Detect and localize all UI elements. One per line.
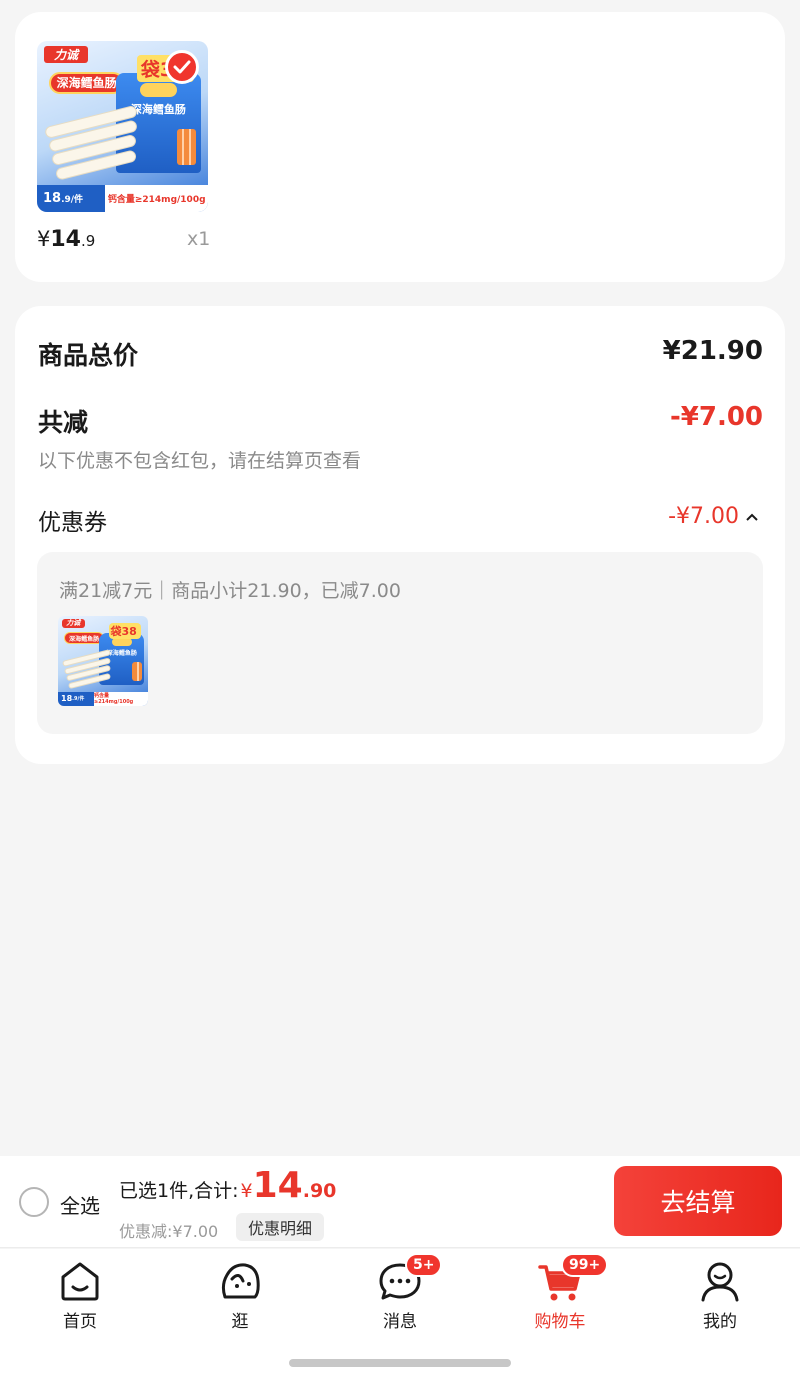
total-amount-int: 14 [252,1165,303,1206]
item-price: ¥14.9 [37,227,96,252]
bottom-tab-bar: 首页 逛 5+ 消息 99+ 购物车 我的 [0,1249,800,1385]
reduced-label: 共减 [38,408,89,437]
total-price-label: 商品总价 [38,341,139,370]
coupon-product-thumbnail[interactable]: 力诚 深海鳕鱼肠 深海鳕鱼肠 袋38 18.9/件 钙含量≥214mg/100g [58,616,148,706]
thumbnail-unit-price-dec: .9/件 [72,696,85,703]
reduced-value: -¥7.00 [669,402,763,432]
explore-icon [217,1259,263,1303]
item-quantity: x1 [187,228,211,250]
coupon-label: 优惠券 [38,510,107,536]
thumbnail-calcium-note: 钙含量≥214mg/100g [94,693,134,706]
tab-label: 消息 [383,1312,417,1332]
select-all-radio[interactable] [19,1187,49,1217]
tab-label: 首页 [63,1312,97,1332]
home-indicator[interactable] [289,1359,511,1367]
brand-logo: 力诚 [43,46,89,64]
discount-detail-button[interactable]: 优惠明细 [236,1213,325,1241]
tab-label: 我的 [703,1312,737,1332]
message-badge: 5+ [405,1253,443,1277]
chevron-up-icon [746,513,758,521]
thumbnail-price-strip: 18.9/件 钙含量≥214mg/100g [37,184,208,212]
promo-label: 袋38 [108,623,141,640]
thumbnail-unit-price: 18 [61,694,73,704]
message-icon: 5+ [377,1253,443,1303]
checkout-bar: 全选 已选1件,合计: ¥ 14 .90 优惠减:¥7.00 优惠明细 去结算 [0,1156,800,1248]
tab-profile[interactable]: 我的 [640,1249,800,1339]
brand-logo: 力诚 [61,618,85,628]
checkout-button[interactable]: 去结算 [614,1166,782,1236]
cart-badge: 99+ [561,1253,609,1277]
selected-text: 已选1件,合计: [119,1180,239,1202]
tab-messages[interactable]: 5+ 消息 [320,1249,480,1339]
thumbnail-price-strip: 18.9/件 钙含量≥214mg/100g [58,691,148,706]
tab-explore[interactable]: 逛 [160,1249,320,1339]
profile-icon [697,1259,743,1303]
coupon-value: -¥7.00 [668,504,739,529]
product-tag: 深海鳕鱼肠 [64,632,104,644]
price-summary-card: 商品总价 ¥21.90 共减 -¥7.00 以下优惠不包含红包，请在结算页查看 … [15,306,785,764]
cart-item-card: 力诚 深海鳕鱼肠 深海鳕鱼肠 袋38 18.9/件 钙含量≥214mg/100g… [15,12,785,282]
product-tag: 深海鳕鱼肠 [48,71,125,94]
tab-label: 逛 [231,1312,249,1332]
discount-text: 优惠减:¥7.00 [119,1222,219,1241]
select-all-label[interactable]: 全选 [60,1190,100,1219]
thumbnail-calcium-note: 钙含量≥214mg/100g [107,194,206,205]
product-thumbnail[interactable]: 力诚 深海鳕鱼肠 深海鳕鱼肠 袋38 18.9/件 钙含量≥214mg/100g [37,41,208,212]
coupon-description: 满21减7元｜商品小计21.90，已减7.00 [59,580,401,602]
total-amount-dec: .90 [302,1180,337,1202]
thumbnail-unit-price-dec: .9/件 [61,194,84,205]
fish-sausage-image [61,649,112,690]
selected-check-icon[interactable] [165,50,199,84]
discount-note: 以下优惠不包含红包，请在结算页查看 [38,450,362,472]
tab-cart[interactable]: 99+ 购物车 [480,1249,640,1339]
tab-home[interactable]: 首页 [0,1249,160,1339]
thumbnail-unit-price: 18 [43,190,62,206]
home-icon [57,1259,103,1303]
coupon-detail-box: 满21减7元｜商品小计21.90，已减7.00 力诚 深海鳕鱼肠 深海鳕鱼肠 袋… [37,552,763,734]
total-price-value: ¥21.90 [662,336,763,366]
total-currency: ¥ [240,1180,253,1202]
selected-total: 已选1件,合计: ¥ 14 .90 [119,1168,336,1204]
coupon-toggle[interactable]: -¥7.00 [668,504,759,529]
tab-label: 购物车 [534,1312,586,1332]
fish-sausage-image [43,104,140,181]
cart-icon: 99+ [537,1253,609,1303]
